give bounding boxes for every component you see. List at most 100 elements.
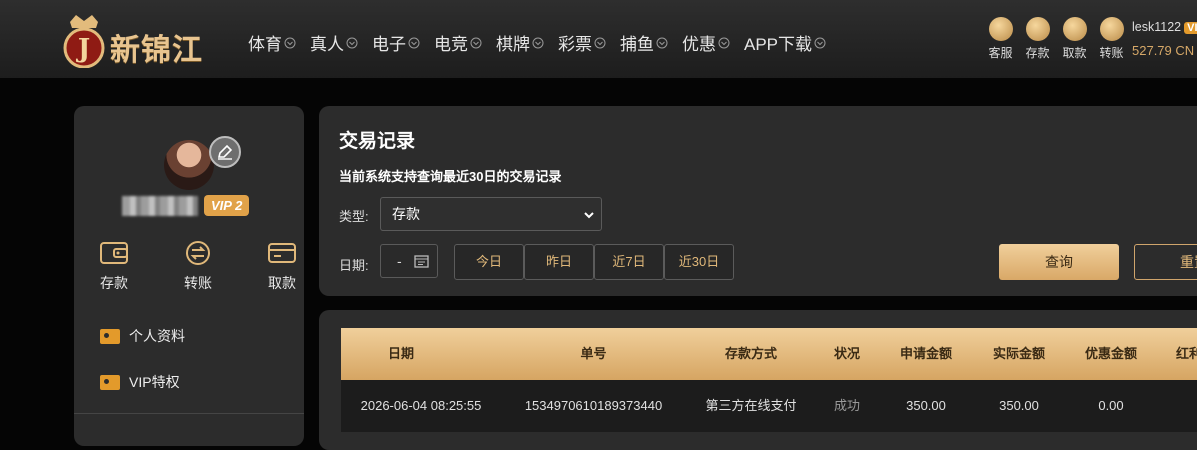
chevron-down-icon bbox=[718, 37, 730, 48]
table-cell: 0.00 bbox=[1098, 398, 1124, 413]
type-select-value: 存款 bbox=[392, 206, 420, 222]
column-header: 红利 bbox=[1176, 346, 1197, 361]
nav-item-fishing[interactable]: 捕鱼 bbox=[620, 30, 668, 55]
withdraw-icon bbox=[1062, 17, 1087, 41]
main-nav: 体育 真人 电子 电竞 棋牌 彩票 捕鱼 优惠 APP下载 bbox=[248, 30, 840, 55]
header-action-label: 转账 bbox=[1099, 46, 1124, 60]
sidebar-deposit-button[interactable]: 存款 bbox=[94, 240, 134, 293]
nav-item-label: APP下载 bbox=[744, 35, 813, 54]
chevron-down-icon bbox=[284, 37, 296, 48]
column-header: 状况 bbox=[833, 346, 860, 361]
account-sidebar: VIP 2 存款 转账 取款 个人资料 VIP特权 bbox=[74, 106, 304, 446]
date-label: 日期: bbox=[339, 258, 369, 273]
type-select[interactable]: 存款 bbox=[380, 197, 602, 231]
header-deposit-button[interactable]: 存款 bbox=[1019, 17, 1056, 61]
column-header: 单号 bbox=[580, 346, 607, 361]
nav-item-label: 体育 bbox=[248, 35, 282, 54]
username-blurred bbox=[122, 196, 198, 216]
nav-item-label: 棋牌 bbox=[496, 35, 530, 54]
chevron-down-icon bbox=[470, 37, 482, 48]
date-range-value: - bbox=[397, 253, 402, 269]
card-icon bbox=[268, 243, 296, 263]
page-subtitle: 当前系统支持查询最近30日的交易记录 bbox=[339, 169, 562, 184]
sidebar-withdraw-button[interactable]: 取款 bbox=[262, 240, 302, 293]
status-badge: 成功 bbox=[833, 398, 860, 413]
reset-button[interactable]: 重置 bbox=[1134, 244, 1197, 280]
vip-badge: VI bbox=[1184, 22, 1197, 34]
header-customer-service-button[interactable]: 客服 bbox=[982, 17, 1019, 61]
transfer-icon bbox=[186, 241, 210, 265]
search-button[interactable]: 查询 bbox=[999, 244, 1119, 280]
nav-item-slots[interactable]: 电子 bbox=[372, 30, 420, 55]
quick-action-label: 转账 bbox=[184, 275, 212, 291]
nav-item-live[interactable]: 真人 bbox=[310, 30, 358, 55]
brand-logo[interactable]: J 新锦江 bbox=[58, 8, 222, 68]
top-bar: J 新锦江 体育 真人 电子 电竞 棋牌 彩票 捕鱼 优惠 APP下载 客服 存… bbox=[0, 0, 1197, 78]
column-header: 申请金额 bbox=[899, 346, 952, 361]
header-actions: 客服 存款 取款 转账 bbox=[982, 17, 1130, 61]
deposit-icon bbox=[1025, 17, 1050, 41]
wallet-icon bbox=[100, 242, 128, 264]
sidebar-item-label: VIP特权 bbox=[129, 374, 180, 390]
profile-card-icon bbox=[100, 328, 120, 344]
sidebar-item-label: 个人资料 bbox=[129, 328, 185, 344]
quick-actions: 存款 转账 取款 bbox=[94, 240, 302, 293]
user-info[interactable]: lesk1122 VI 527.79 CN bbox=[1132, 20, 1197, 58]
sidebar-divider bbox=[74, 413, 304, 414]
range-30days-button[interactable]: 近30日 bbox=[664, 244, 734, 280]
sidebar-item-vip[interactable]: VIP特权 bbox=[100, 370, 185, 394]
type-label: 类型: bbox=[339, 209, 369, 224]
quick-action-label: 存款 bbox=[100, 275, 128, 291]
transaction-table: 日期 单号 存款方式 状况 申请金额 实际金额 优惠金额 红利 2026-06-… bbox=[319, 310, 1197, 450]
sidebar-item-profile[interactable]: 个人资料 bbox=[100, 324, 185, 348]
range-7days-button[interactable]: 近7日 bbox=[594, 244, 664, 280]
nav-item-label: 捕鱼 bbox=[620, 35, 654, 54]
nav-item-app-download[interactable]: APP下载 bbox=[744, 30, 826, 55]
chevron-down-icon bbox=[814, 37, 826, 48]
brand-name: 新锦江 bbox=[110, 33, 203, 68]
nav-item-chess[interactable]: 棋牌 bbox=[496, 30, 544, 55]
table-cell: 350.00 bbox=[906, 398, 946, 413]
chevron-down-icon bbox=[532, 37, 544, 48]
sidebar-menu: 个人资料 VIP特权 bbox=[100, 324, 185, 416]
customer-service-icon bbox=[988, 17, 1013, 41]
nav-item-label: 彩票 bbox=[558, 35, 592, 54]
username: lesk1122 bbox=[1132, 20, 1182, 34]
transfer-icon bbox=[1099, 17, 1124, 41]
table-cell: 1534970610189373440 bbox=[524, 398, 663, 413]
nav-item-label: 优惠 bbox=[682, 35, 716, 54]
nav-item-sports[interactable]: 体育 bbox=[248, 30, 296, 55]
table-cell: 2026-06-04 08:25:55 bbox=[360, 398, 482, 413]
calendar-icon bbox=[414, 255, 429, 268]
table-cell: 350.00 bbox=[999, 398, 1039, 413]
chevron-down-icon bbox=[656, 37, 668, 48]
nav-item-promotions[interactable]: 优惠 bbox=[682, 30, 730, 55]
table-header: 日期 单号 存款方式 状况 申请金额 实际金额 优惠金额 红利 bbox=[341, 328, 1197, 380]
date-range-input[interactable]: - bbox=[380, 244, 438, 278]
avatar[interactable] bbox=[164, 140, 214, 190]
header-action-label: 存款 bbox=[1025, 46, 1050, 60]
table-row[interactable]: 2026-06-04 08:25:55 1534970610189373440 … bbox=[341, 380, 1197, 432]
edit-profile-button[interactable] bbox=[209, 136, 241, 168]
nav-item-label: 电竞 bbox=[434, 35, 468, 54]
header-transfer-button[interactable]: 转账 bbox=[1093, 17, 1130, 61]
quick-action-label: 取款 bbox=[268, 275, 296, 291]
range-today-button[interactable]: 今日 bbox=[454, 244, 524, 280]
header-withdraw-button[interactable]: 取款 bbox=[1056, 17, 1093, 61]
crown-shield-logo-icon: J bbox=[63, 15, 105, 68]
nav-item-esports[interactable]: 电竞 bbox=[434, 30, 482, 55]
column-header: 优惠金额 bbox=[1084, 346, 1137, 361]
vip-level-badge: VIP 2 bbox=[204, 195, 250, 216]
sidebar-transfer-button[interactable]: 转账 bbox=[178, 240, 218, 293]
range-yesterday-button[interactable]: 昨日 bbox=[524, 244, 594, 280]
header-action-label: 客服 bbox=[988, 46, 1013, 60]
header-action-label: 取款 bbox=[1062, 46, 1087, 60]
nav-item-label: 电子 bbox=[372, 35, 406, 54]
table-cell: 第三方在线支付 bbox=[705, 398, 797, 413]
chevron-down-icon bbox=[584, 212, 594, 219]
transaction-filter-card: 交易记录 当前系统支持查询最近30日的交易记录 类型: 存款 日期: - 今日 … bbox=[319, 106, 1197, 296]
nav-item-lottery[interactable]: 彩票 bbox=[558, 30, 606, 55]
chevron-down-icon bbox=[346, 37, 358, 48]
page-title: 交易记录 bbox=[339, 131, 416, 152]
table-cell bbox=[1156, 380, 1197, 432]
